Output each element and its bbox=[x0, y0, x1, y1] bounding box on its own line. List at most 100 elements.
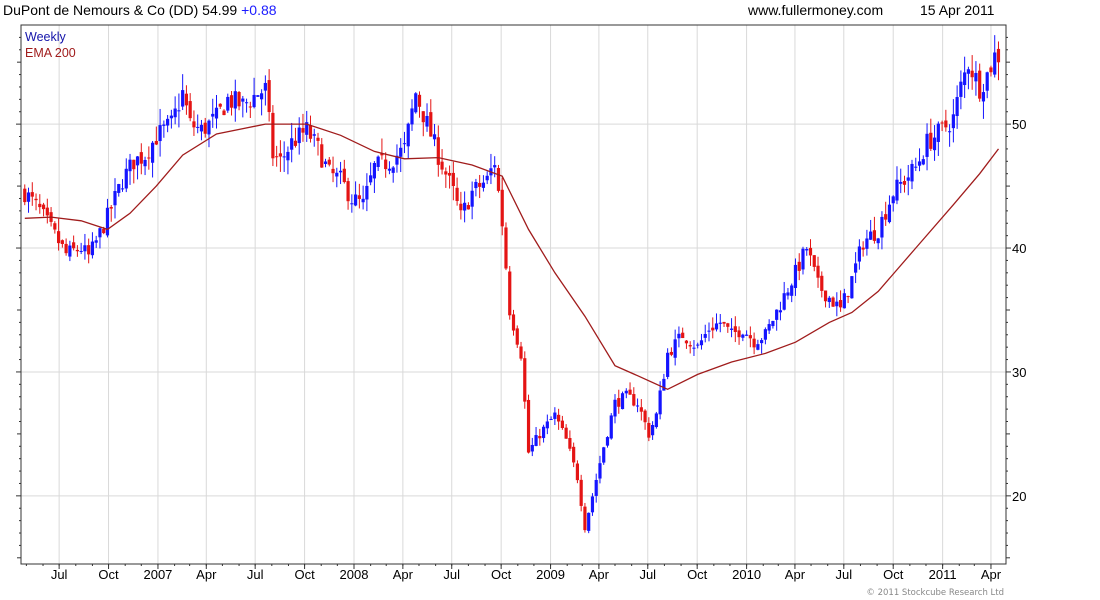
candle-down bbox=[342, 168, 346, 183]
candle-up bbox=[767, 324, 771, 331]
candle-up bbox=[399, 147, 403, 157]
candle-down bbox=[237, 92, 241, 107]
candle-down bbox=[320, 144, 324, 168]
candle-down bbox=[568, 437, 572, 449]
candle-up bbox=[493, 165, 497, 168]
candle-up bbox=[741, 334, 745, 338]
x-tick-label: 2009 bbox=[536, 567, 565, 582]
candle-down bbox=[267, 80, 271, 113]
candle-down bbox=[357, 195, 361, 199]
candle-up bbox=[899, 181, 903, 184]
candle-up bbox=[805, 248, 809, 251]
candle-down bbox=[808, 247, 813, 256]
candle-down bbox=[838, 300, 843, 308]
candle-down bbox=[902, 180, 907, 185]
price-chart: 20 30 40 50 Jul Oct 2007 Apr Jul Oct 2008 Apr Jul Oct… bbox=[16, 24, 1026, 598]
candle-up bbox=[887, 204, 892, 223]
candle-down bbox=[560, 420, 564, 428]
x-tick-label: 2007 bbox=[143, 567, 172, 582]
candle-up bbox=[196, 126, 200, 128]
candle-up bbox=[90, 241, 95, 256]
candle-up bbox=[117, 184, 121, 193]
candle-up bbox=[387, 168, 392, 171]
candle-up bbox=[353, 194, 358, 206]
candle-up bbox=[534, 435, 538, 446]
candle-down bbox=[511, 314, 516, 331]
candle-up bbox=[771, 320, 775, 327]
candle-down bbox=[293, 140, 298, 146]
candle-up bbox=[587, 512, 591, 531]
candle-up bbox=[955, 97, 959, 117]
candle-up bbox=[993, 52, 997, 75]
x-tick-label: Oct bbox=[491, 567, 512, 582]
candle-up bbox=[410, 108, 414, 125]
candle-down bbox=[147, 157, 151, 159]
candle-down bbox=[508, 271, 512, 316]
candle-down bbox=[417, 94, 422, 107]
candle-down bbox=[436, 137, 440, 165]
x-tick-label: Apr bbox=[196, 567, 217, 582]
candle-up bbox=[474, 181, 478, 189]
candle-up bbox=[263, 82, 267, 91]
candle-up bbox=[290, 138, 294, 150]
x-tick-label: Oct bbox=[98, 567, 119, 582]
candle-up bbox=[598, 463, 602, 479]
candle-down bbox=[109, 206, 113, 209]
candle-up bbox=[966, 69, 971, 74]
y-tick-label: 20 bbox=[1012, 489, 1026, 504]
candle-up bbox=[166, 118, 170, 126]
x-tick-label: 2011 bbox=[929, 567, 957, 582]
x-tick-label: Apr bbox=[785, 567, 806, 582]
candle-up bbox=[842, 293, 846, 309]
candle-down bbox=[647, 422, 651, 438]
candle-up bbox=[199, 124, 204, 132]
candle-up bbox=[948, 131, 952, 133]
candle-up bbox=[124, 168, 128, 189]
candle-down bbox=[72, 242, 76, 249]
candle-up bbox=[244, 102, 249, 104]
candle-up bbox=[891, 196, 895, 204]
candle-up bbox=[906, 177, 910, 181]
candle-down bbox=[737, 330, 741, 338]
candle-down bbox=[519, 346, 523, 359]
candle-down bbox=[557, 414, 561, 422]
candle-down bbox=[711, 327, 715, 331]
candle-up bbox=[120, 188, 125, 190]
legend-ema: EMA 200 bbox=[25, 46, 76, 60]
candle-up bbox=[602, 447, 606, 463]
candle-down bbox=[515, 328, 519, 345]
candle-down bbox=[496, 168, 501, 191]
candle-down bbox=[429, 112, 433, 137]
candle-up bbox=[485, 175, 489, 181]
candle-down bbox=[218, 103, 222, 107]
candle-up bbox=[714, 323, 719, 330]
x-tick-label: Apr bbox=[589, 567, 610, 582]
ema-200-line bbox=[24, 123, 1000, 391]
candle-down bbox=[34, 198, 38, 201]
candle-down bbox=[271, 112, 275, 159]
candle-down bbox=[823, 290, 828, 302]
x-tick-label: Jul bbox=[247, 567, 264, 582]
candle-down bbox=[384, 159, 388, 170]
candle-up bbox=[252, 94, 256, 108]
candle-down bbox=[669, 351, 674, 355]
candle-up bbox=[260, 93, 264, 100]
candle-up bbox=[169, 115, 173, 119]
candle-down bbox=[944, 120, 948, 128]
candle-down bbox=[23, 188, 27, 203]
candle-up bbox=[406, 123, 410, 147]
candle-up bbox=[744, 334, 749, 336]
candle-down bbox=[861, 247, 865, 250]
candle-up bbox=[801, 248, 805, 270]
candle-up bbox=[790, 285, 794, 296]
candle-up bbox=[666, 352, 670, 377]
x-tick-label: Oct bbox=[883, 567, 904, 582]
candle-down bbox=[203, 122, 207, 134]
candle-up bbox=[609, 415, 613, 439]
candle-up bbox=[775, 309, 779, 320]
candle-down bbox=[617, 398, 621, 407]
candle-down bbox=[308, 125, 313, 139]
candle-up bbox=[895, 179, 899, 201]
candle-up bbox=[974, 72, 978, 82]
candle-down bbox=[102, 228, 106, 234]
